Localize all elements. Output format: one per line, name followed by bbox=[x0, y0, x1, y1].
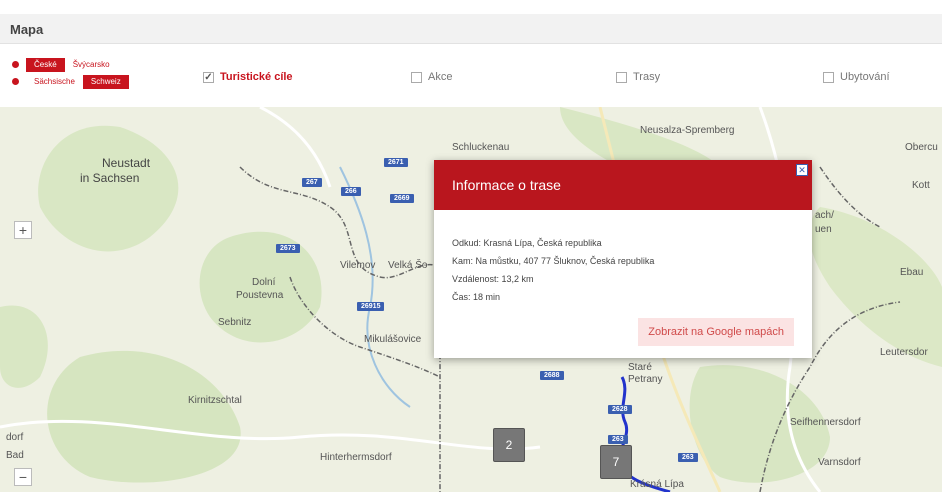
map-place-label: Hinterhermsdorf bbox=[320, 452, 392, 463]
zoom-in-button[interactable]: + bbox=[14, 221, 32, 239]
road-badge: 2669 bbox=[390, 194, 414, 203]
road-badge: 267 bbox=[302, 178, 322, 187]
map-place-label: Petrany bbox=[628, 374, 663, 385]
route-details: Odkud: Krasná Lípa, Česká republika Kam:… bbox=[452, 234, 654, 306]
map-place-label: Schluckenau bbox=[452, 142, 510, 153]
route-info-popup: Informace o trase ✕ Odkud: Krasná Lípa, … bbox=[434, 160, 812, 358]
map-place-label: Varnsdorf bbox=[818, 457, 861, 468]
road-badge: 2671 bbox=[384, 158, 408, 167]
map-place-label: ach/ bbox=[815, 210, 834, 221]
logo-text: Švýcarsko bbox=[72, 60, 110, 69]
map-place-label: uen bbox=[815, 224, 832, 235]
filter-label: Turistické cíle bbox=[220, 71, 293, 83]
region-logo[interactable]: České Švýcarsko Sächsische Schweiz bbox=[8, 56, 163, 90]
filter-bar: České Švýcarsko Sächsische Schweiz ✓ Turis… bbox=[0, 45, 942, 107]
cluster-marker[interactable]: 7 bbox=[600, 445, 632, 479]
map-place-label: Dolní bbox=[252, 277, 276, 288]
logo-text: Sächsische bbox=[34, 77, 75, 86]
filter-trasy[interactable]: Trasy bbox=[616, 71, 660, 83]
logo-row: Sächsische Schweiz bbox=[26, 75, 129, 89]
map-place-label: Kirnitzschtal bbox=[188, 395, 242, 406]
map-place-label: Seifhennersdorf bbox=[790, 417, 861, 428]
map-page: Mapa České Švýcarsko Sächsische Schweiz ✓ … bbox=[0, 0, 942, 492]
map-place-label: Mikulášovice bbox=[364, 334, 422, 345]
map-place-label: Neustadt bbox=[102, 156, 151, 170]
map-place-label: Poustevna bbox=[236, 290, 284, 301]
filter-label: Ubytování bbox=[840, 71, 890, 83]
logo-dot-icon bbox=[12, 78, 19, 85]
map-place-label: dorf bbox=[6, 432, 24, 443]
map-place-label: Obercu bbox=[905, 142, 938, 153]
logo-text: Schweiz bbox=[82, 75, 129, 89]
map-place-label: Vilemov bbox=[340, 260, 376, 271]
road-badge: 263 bbox=[608, 435, 628, 444]
map-place-label: in Sachsen bbox=[80, 171, 140, 185]
filter-turisticke-cile[interactable]: ✓ Turistické cíle bbox=[203, 71, 293, 83]
road-badge: 2673 bbox=[276, 244, 300, 253]
map-place-label: Leutersdor bbox=[880, 347, 928, 358]
popup-title: Informace o trase bbox=[452, 177, 561, 193]
map-place-label: Staré bbox=[628, 362, 652, 373]
road-badge: 263 bbox=[678, 453, 698, 462]
filter-akce[interactable]: Akce bbox=[411, 71, 452, 83]
map-place-label: Velká Šo bbox=[388, 260, 428, 271]
close-icon[interactable]: ✕ bbox=[796, 164, 808, 176]
popup-header: Informace o trase ✕ bbox=[434, 160, 812, 210]
road-badge: 266 bbox=[341, 187, 361, 196]
map-place-label: Krásná Lípa bbox=[630, 479, 684, 490]
logo-dot-icon bbox=[12, 61, 19, 68]
cluster-marker[interactable]: 2 bbox=[493, 428, 525, 462]
map-place-label: Kott bbox=[912, 180, 930, 191]
filter-checkbox[interactable] bbox=[616, 71, 627, 83]
filter-checkbox[interactable] bbox=[411, 71, 422, 83]
logo-text: České bbox=[26, 58, 65, 72]
road-badge: 2688 bbox=[540, 371, 564, 380]
route-from: Odkud: Krasná Lípa, Česká republika bbox=[452, 238, 602, 248]
filter-checkbox[interactable] bbox=[823, 71, 834, 83]
route-distance: Vzdálenost: 13,2 km bbox=[452, 274, 534, 284]
map-place-label: Sebnitz bbox=[218, 317, 252, 328]
filter-ubytovani[interactable]: Ubytování bbox=[823, 71, 890, 83]
route-to: Kam: Na můstku, 407 77 Šluknov, Česká re… bbox=[452, 256, 655, 266]
filter-checkbox[interactable]: ✓ bbox=[203, 71, 214, 83]
route-time: Čas: 18 min bbox=[452, 292, 501, 302]
filter-label: Akce bbox=[428, 71, 453, 83]
road-badge: 26915 bbox=[357, 302, 385, 311]
map-place-label: Ebau bbox=[900, 267, 924, 278]
logo-row: České Švýcarsko bbox=[26, 58, 118, 72]
title-bar: Mapa bbox=[0, 14, 942, 44]
road-badge: 2628 bbox=[608, 405, 632, 414]
map-place-label: Neusalza-Spremberg bbox=[640, 125, 735, 136]
google-maps-button[interactable]: Zobrazit na Google mapách bbox=[638, 318, 794, 346]
filter-label: Trasy bbox=[633, 71, 661, 83]
zoom-out-button[interactable]: − bbox=[14, 468, 32, 486]
page-title: Mapa bbox=[10, 22, 44, 37]
map-place-label: Bad bbox=[6, 450, 24, 461]
